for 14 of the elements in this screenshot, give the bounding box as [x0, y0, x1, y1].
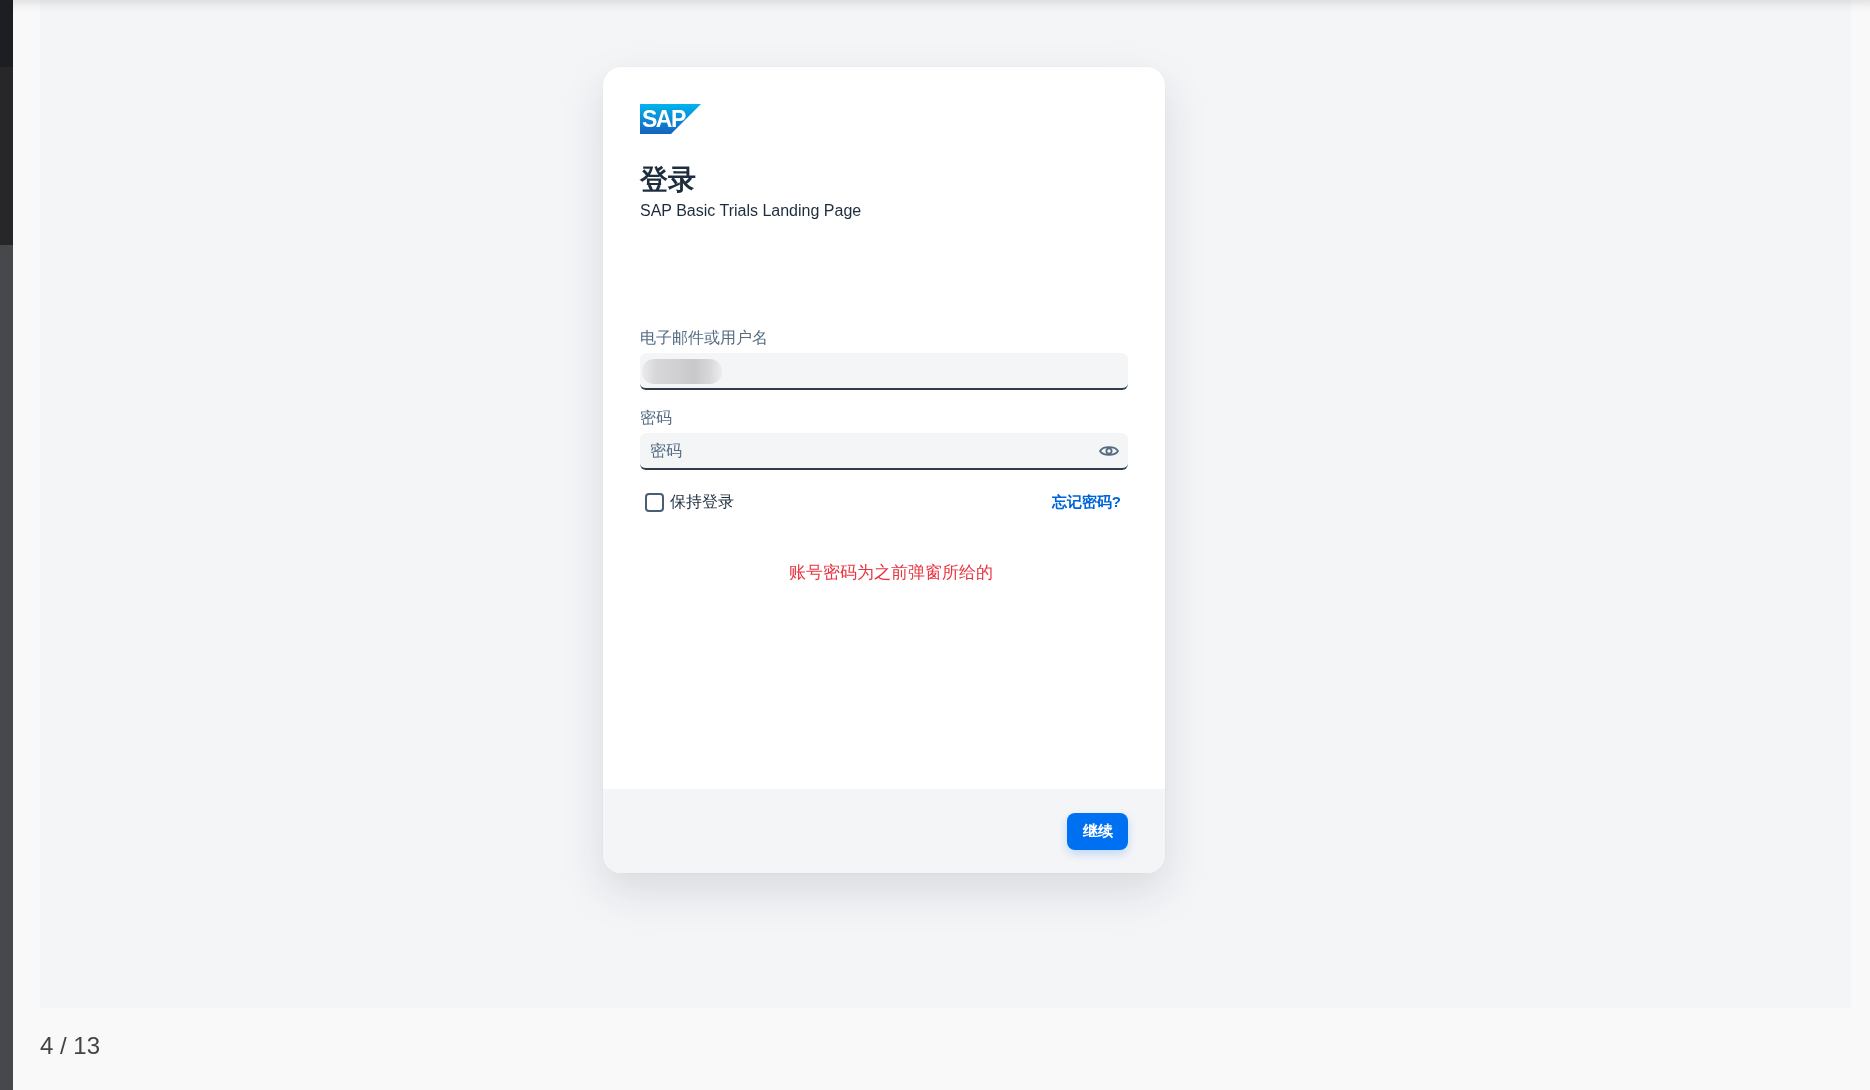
notice-text: 账号密码为之前弹窗所给的 — [788, 562, 994, 584]
continue-button[interactable]: 继续 — [1067, 813, 1128, 850]
password-field[interactable]: 密码 — [640, 433, 1128, 470]
page-indicator: 4 / 13 — [39, 1032, 102, 1060]
forgot-password-link[interactable]: 忘记密码? — [1051, 492, 1121, 512]
logo: SAP — [640, 104, 701, 134]
eye-icon[interactable] — [1099, 444, 1119, 458]
keep-signed-in-label[interactable]: 保持登录 — [670, 491, 734, 513]
subtitle: SAP Basic Trials Landing Page — [640, 201, 863, 221]
username-field[interactable] — [640, 353, 1128, 390]
page-title: 登录 — [640, 163, 697, 197]
field-label: 电子邮件或用户名 — [640, 328, 769, 348]
checkbox[interactable] — [645, 492, 664, 512]
field-label: 密码 — [640, 408, 673, 428]
